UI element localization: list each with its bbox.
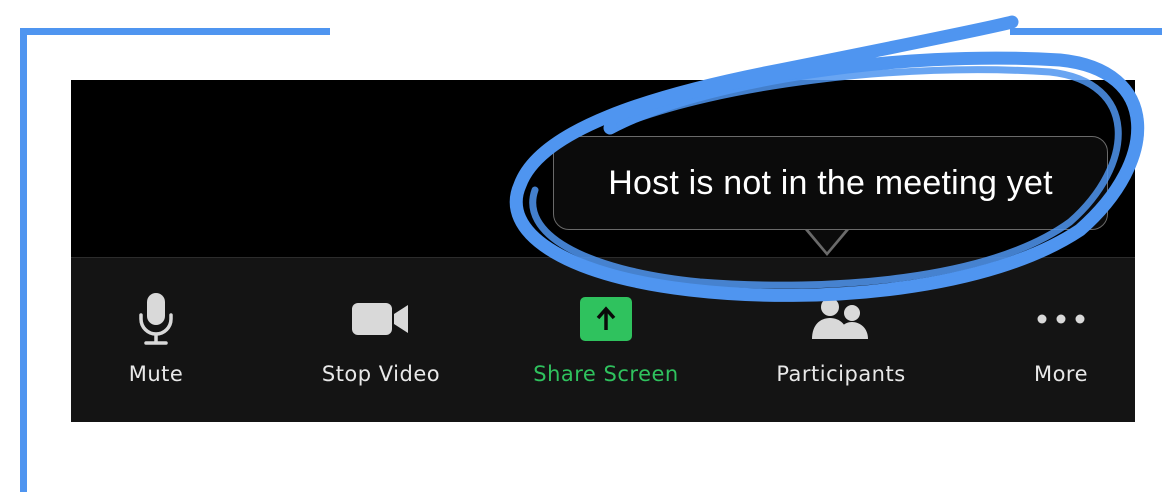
tooltip-arrow-fill: [807, 228, 847, 252]
more-label: More: [1033, 362, 1089, 386]
frame-line-left: [20, 28, 27, 492]
more-dots-icon: [1036, 288, 1086, 350]
meeting-window: Mute Stop Video Share Screen Participant…: [71, 80, 1135, 422]
stop-video-label: Stop Video: [321, 362, 441, 386]
microphone-icon: [136, 288, 176, 350]
video-camera-icon: [350, 288, 412, 350]
share-screen-icon: [580, 288, 632, 350]
participants-button[interactable]: Participants: [731, 258, 951, 422]
mute-label: Mute: [128, 362, 184, 386]
host-status-tooltip: Host is not in the meeting yet: [553, 136, 1108, 230]
participants-icon: [808, 288, 874, 350]
page: Mute Stop Video Share Screen Participant…: [0, 0, 1162, 492]
stop-video-button[interactable]: Stop Video: [291, 258, 471, 422]
share-screen-button[interactable]: Share Screen: [501, 258, 711, 422]
share-screen-label: Share Screen: [533, 362, 679, 386]
frame-line-top-right: [1010, 28, 1162, 35]
meeting-toolbar: Mute Stop Video Share Screen Participant…: [71, 257, 1135, 422]
tooltip-text: Host is not in the meeting yet: [608, 163, 1053, 202]
mute-button[interactable]: Mute: [91, 258, 221, 422]
more-button[interactable]: More: [1001, 258, 1121, 422]
participants-label: Participants: [776, 362, 906, 386]
frame-line-top-left: [20, 28, 330, 35]
